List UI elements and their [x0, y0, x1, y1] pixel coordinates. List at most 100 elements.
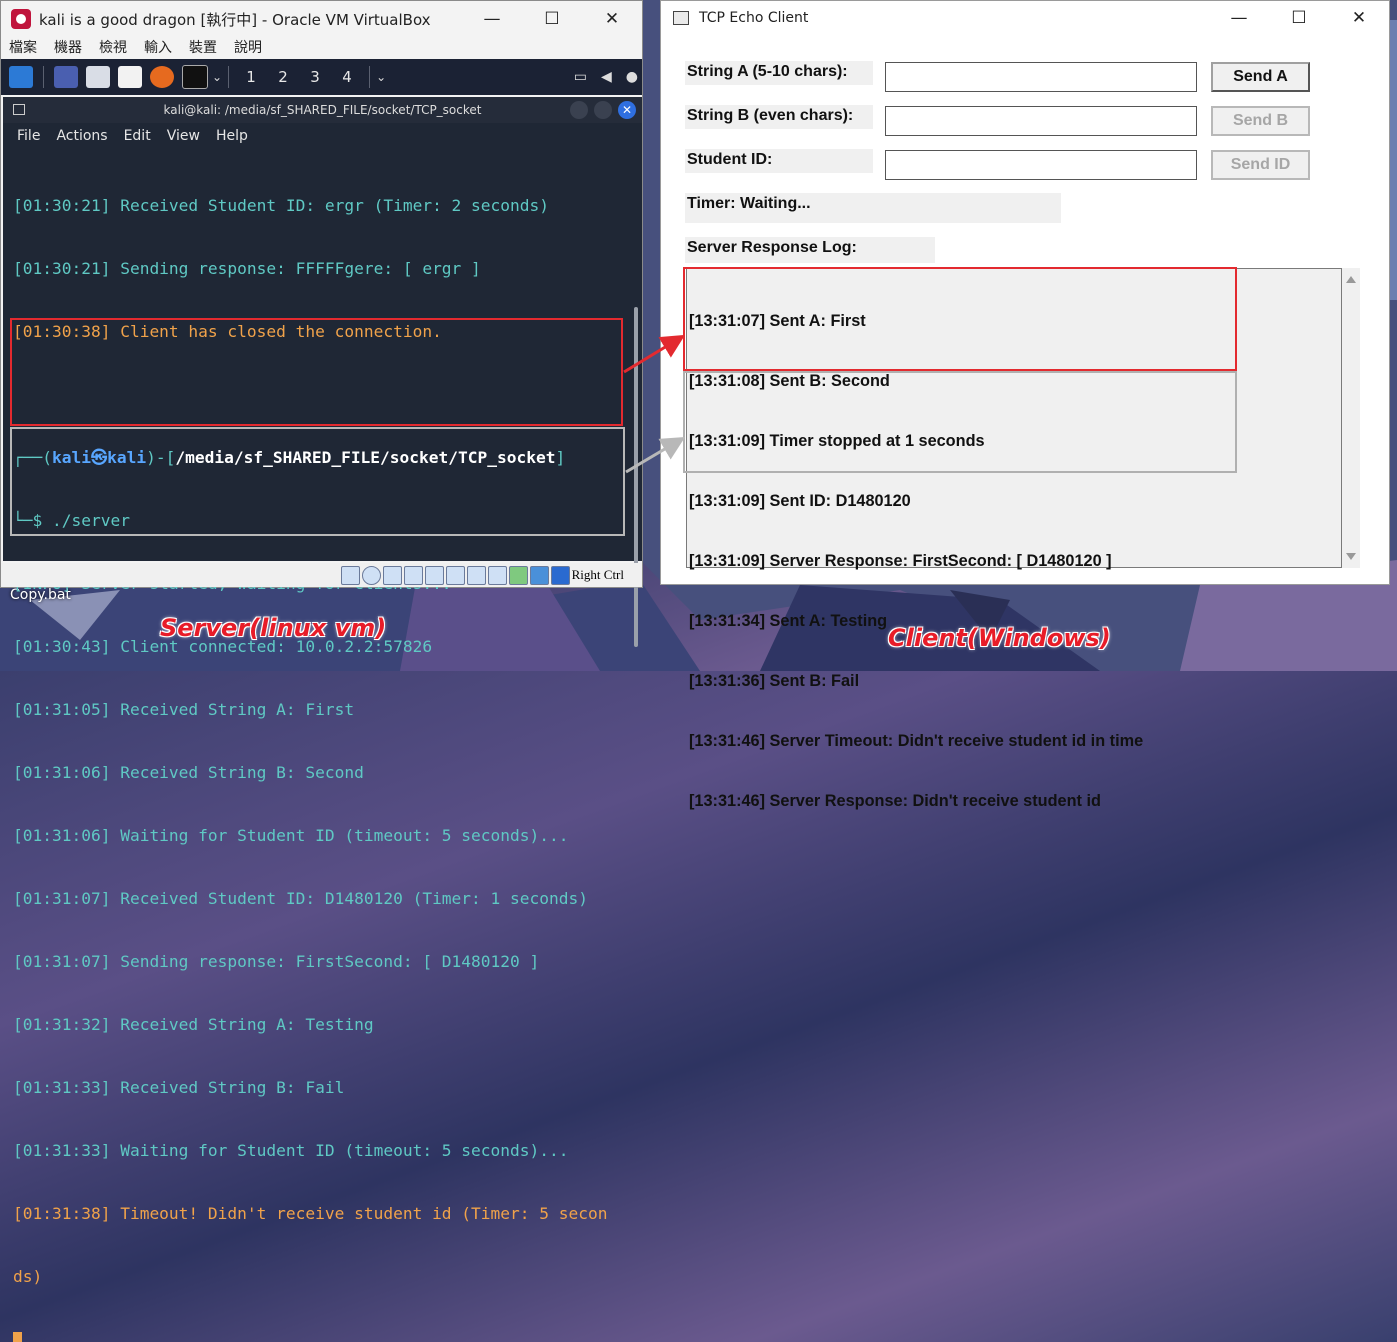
- string-a-input[interactable]: [885, 62, 1197, 92]
- file-manager-icon[interactable]: [86, 66, 110, 88]
- notification-bell-icon[interactable]: ●: [626, 69, 638, 85]
- client-title: TCP Echo Client: [699, 10, 808, 26]
- string-b-label: String B (even chars):: [685, 105, 873, 129]
- send-id-button[interactable]: Send ID: [1211, 150, 1310, 180]
- optical-drive-icon[interactable]: [362, 566, 381, 585]
- panel-separator: [228, 66, 229, 88]
- hard-disk-icon[interactable]: [341, 566, 360, 585]
- host-key-label: Right Ctrl: [572, 567, 624, 583]
- log-scrollbar[interactable]: [1342, 268, 1360, 568]
- show-desktop-icon[interactable]: [54, 66, 78, 88]
- audio-icon[interactable]: [383, 566, 402, 585]
- terminal-line: [01:31:06] Waiting for Student ID (timeo…: [13, 825, 642, 846]
- maximize-icon[interactable]: ☐: [522, 9, 582, 29]
- vbox-titlebar[interactable]: kali is a good dragon [執行中] - Oracle VM …: [1, 1, 642, 37]
- virtualbox-logo-icon: [11, 9, 31, 29]
- close-icon[interactable]: ✕: [582, 9, 642, 29]
- client-close-icon[interactable]: ✕: [1329, 8, 1389, 28]
- terminal-line: [01:31:33] Received String B: Fail: [13, 1077, 642, 1098]
- terminal-highlight-red: [10, 318, 623, 426]
- shared-folder-icon[interactable]: [446, 566, 465, 585]
- terminal-line: [01:31:32] Received String A: Testing: [13, 1014, 642, 1035]
- client-highlight-gray: [683, 371, 1237, 473]
- terminal-close-icon[interactable]: ✕: [618, 101, 636, 119]
- terminal-titlebar[interactable]: kali@kali: /media/sf_SHARED_FILE/socket/…: [3, 97, 642, 123]
- chevron-down-icon[interactable]: ⌄: [376, 70, 386, 84]
- terminal-menu-edit[interactable]: Edit: [124, 128, 151, 144]
- scroll-down-icon[interactable]: [1346, 553, 1356, 560]
- screen-icon[interactable]: ▭: [574, 69, 587, 85]
- terminal-menu-actions[interactable]: Actions: [56, 128, 107, 144]
- terminal-icon[interactable]: [182, 65, 208, 89]
- chevron-down-icon[interactable]: ⌄: [212, 70, 222, 84]
- mouse-integration-icon[interactable]: [530, 566, 549, 585]
- string-b-input[interactable]: [885, 106, 1197, 136]
- student-id-label: Student ID:: [685, 149, 873, 173]
- terminal-line: [01:30:21] Received Student ID: ergr (Ti…: [13, 195, 642, 216]
- client-titlebar[interactable]: TCP Echo Client — ☐ ✕: [661, 1, 1389, 35]
- client-minimize-icon[interactable]: —: [1209, 8, 1269, 28]
- terminal-menubar: File Actions Edit View Help: [3, 123, 642, 149]
- display-icon[interactable]: [467, 566, 486, 585]
- send-a-button[interactable]: Send A: [1211, 62, 1310, 92]
- terminal-line: [01:31:05] Received String A: First: [13, 699, 642, 720]
- usb-icon[interactable]: [425, 566, 444, 585]
- menu-devices[interactable]: 裝置: [189, 37, 217, 59]
- vbox-title-text: kali is a good dragon [執行中] - Oracle VM …: [39, 9, 431, 30]
- string-a-label: String A (5-10 chars):: [685, 61, 873, 85]
- workspace-3[interactable]: 3: [299, 68, 331, 86]
- panel-separator: [369, 66, 370, 88]
- minimize-icon[interactable]: —: [462, 9, 522, 29]
- kali-menu-icon[interactable]: [9, 66, 33, 88]
- menu-input[interactable]: 輸入: [144, 37, 172, 59]
- log-entry: [13:31:46] Server Response: Didn't recei…: [689, 791, 1143, 811]
- vbox-statusbar: Right Ctrl: [1, 563, 642, 587]
- terminal-line: ds): [13, 1266, 642, 1287]
- keyboard-capture-icon[interactable]: [551, 566, 570, 585]
- terminal-line: [01:30:43] Client connected: 10.0.2.2:57…: [13, 636, 642, 657]
- terminal-line: [01:31:07] Sending response: FirstSecond…: [13, 951, 642, 972]
- text-editor-icon[interactable]: [118, 66, 142, 88]
- kali-top-panel: ⌄ 1 2 3 4 ⌄ ▭ ◀ ●: [1, 59, 642, 95]
- workspace-4[interactable]: 4: [331, 68, 363, 86]
- terminal-highlight-gray: [10, 427, 625, 536]
- panel-separator: [43, 66, 44, 88]
- terminal-menu-view[interactable]: View: [167, 128, 200, 144]
- menu-machine[interactable]: 機器: [54, 37, 82, 59]
- volume-icon[interactable]: ◀: [601, 69, 612, 85]
- terminal-line: [01:30:21] Sending response: FFFFFgere: …: [13, 258, 642, 279]
- menu-help[interactable]: 說明: [234, 37, 262, 59]
- menu-file[interactable]: 檔案: [9, 37, 37, 59]
- terminal-app-icon: [13, 104, 25, 115]
- terminal-line: [01:31:06] Received String B: Second: [13, 762, 642, 783]
- send-b-button[interactable]: Send B: [1211, 106, 1310, 136]
- server-response-log-label: Server Response Log:: [685, 237, 935, 263]
- log-entry: [13:31:46] Server Timeout: Didn't receiv…: [689, 731, 1143, 751]
- terminal-line: [01:31:07] Received Student ID: D1480120…: [13, 888, 642, 909]
- client-highlight-red: [683, 267, 1237, 371]
- network-icon[interactable]: [404, 566, 423, 585]
- menu-view[interactable]: 檢視: [99, 37, 127, 59]
- terminal-cursor: [13, 1332, 22, 1342]
- cpu-activity-icon[interactable]: [509, 566, 528, 585]
- terminal-menu-help[interactable]: Help: [216, 128, 248, 144]
- client-maximize-icon[interactable]: ☐: [1269, 8, 1329, 28]
- terminal-menu-file[interactable]: File: [17, 128, 40, 144]
- terminal-title: kali@kali: /media/sf_SHARED_FILE/socket/…: [164, 103, 482, 117]
- student-id-input[interactable]: [885, 150, 1197, 180]
- terminal-maximize-icon[interactable]: [594, 101, 612, 119]
- terminal-minimize-icon[interactable]: [570, 101, 588, 119]
- log-entry: [13:31:09] Sent ID: D1480120: [689, 491, 1143, 511]
- log-entry: [13:31:34] Sent A: Testing: [689, 611, 1143, 631]
- log-entry: [13:31:09] Server Response: FirstSecond:…: [689, 551, 1143, 571]
- log-entry: [13:31:36] Sent B: Fail: [689, 671, 1143, 691]
- terminal-line: [01:31:38] Timeout! Didn't receive stude…: [13, 1203, 642, 1224]
- vbox-menubar: 檔案 機器 檢視 輸入 裝置 說明: [1, 37, 642, 59]
- workspace-2[interactable]: 2: [267, 68, 299, 86]
- scroll-up-icon[interactable]: [1346, 276, 1356, 283]
- firefox-icon[interactable]: [150, 66, 174, 88]
- recording-icon[interactable]: [488, 566, 507, 585]
- workspace-1[interactable]: 1: [235, 68, 267, 86]
- app-window-icon: [673, 11, 689, 25]
- terminal-scrollbar[interactable]: [634, 307, 638, 647]
